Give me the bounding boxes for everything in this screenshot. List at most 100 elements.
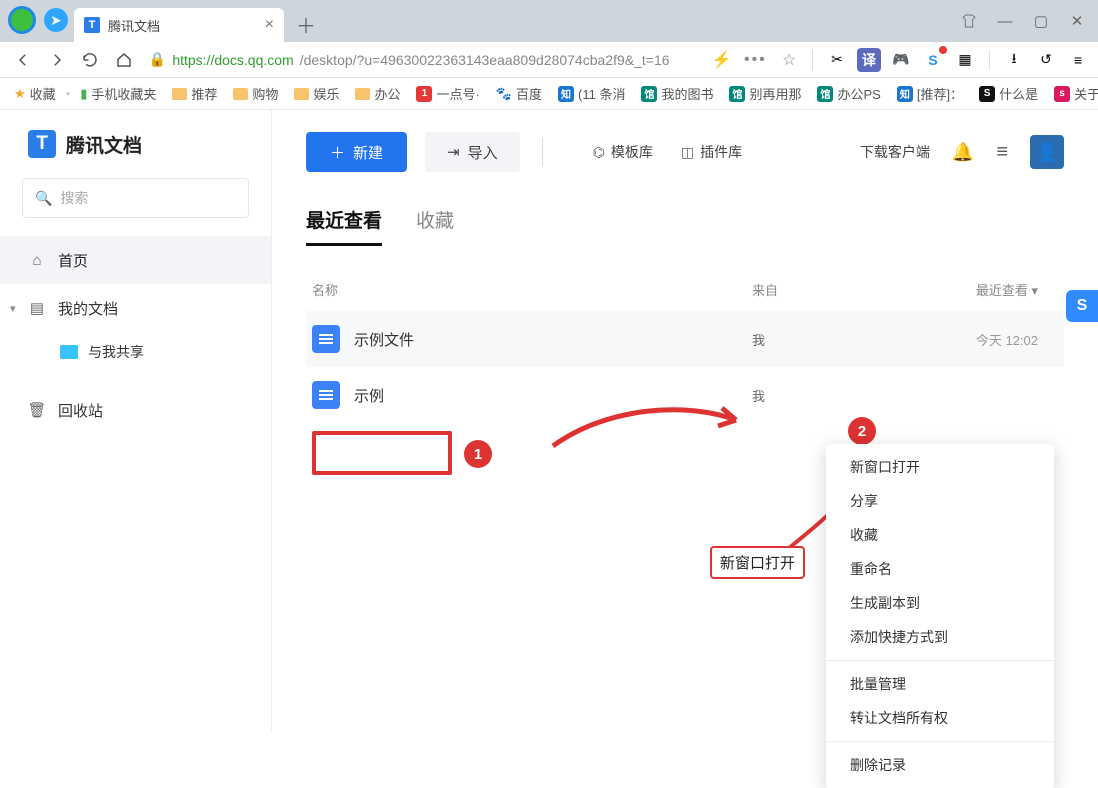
bookmark-zhi[interactable]: 知(11 条消	[552, 84, 631, 103]
floating-share-icon[interactable]: S	[1066, 290, 1098, 322]
bookmark-label: 百度	[516, 84, 542, 103]
table-row[interactable]: 示例文件 我 今天 12:02	[306, 311, 1064, 367]
sidebar-item-mydocs[interactable]: ▾ ▤ 我的文档	[0, 284, 271, 332]
top-actions: ＋ 新建 ⇥ 导入 ⌬模板库 ◫插件库 下载客户端 🔔 ≡ 👤	[306, 132, 1064, 172]
bookmark-star-icon[interactable]: ☆	[774, 45, 804, 75]
import-button[interactable]: ⇥ 导入	[425, 132, 520, 172]
bookmark-baidu[interactable]: 🐾百度	[490, 84, 548, 103]
tab-favorites[interactable]: 收藏	[416, 206, 454, 246]
ctx-favorite[interactable]: 收藏	[826, 518, 1054, 552]
ctx-rename[interactable]: 重命名	[826, 552, 1054, 586]
col-time-sort[interactable]: 最近查看 ▾	[912, 280, 1058, 299]
window-minimize-button[interactable]: ―	[990, 8, 1020, 34]
phone-icon: ▮	[80, 86, 87, 102]
ctx-transfer[interactable]: 转让文档所有权	[826, 701, 1054, 735]
hamburger-menu-icon[interactable]: ≡	[1066, 48, 1090, 72]
download-client-link[interactable]: 下载客户端	[860, 142, 930, 162]
search-icon: 🔍	[35, 190, 52, 207]
new-button[interactable]: ＋ 新建	[306, 132, 407, 172]
bookmark-mylib[interactable]: 馆我的图书	[635, 84, 719, 103]
bookmark-label: 我的图书	[661, 84, 713, 103]
ctx-open-new-window[interactable]: 新窗口打开	[826, 450, 1054, 484]
separator	[812, 50, 813, 70]
flash-icon[interactable]: ⚡	[707, 45, 737, 75]
bell-icon[interactable]: 🔔	[952, 142, 974, 163]
plugins-label: 插件库	[700, 142, 742, 162]
annotation-callout: 新窗口打开	[710, 546, 805, 579]
user-avatar[interactable]: 👤	[1030, 135, 1064, 169]
ctx-delete[interactable]: 删除记录	[826, 748, 1054, 782]
home-icon: ⌂	[28, 251, 46, 269]
separator	[542, 138, 543, 166]
more-icon[interactable]: •••	[741, 45, 771, 75]
window-close-button[interactable]: ✕	[1062, 8, 1092, 34]
bookmark-tuijian[interactable]: 知[推荐]：	[891, 84, 969, 103]
search-input[interactable]: 🔍 搜索	[22, 178, 249, 218]
sidebar-item-label: 与我共享	[88, 342, 144, 362]
doc-icon: ▤	[28, 299, 46, 317]
bookmark-label: 收藏	[30, 84, 56, 103]
nav-back-button[interactable]	[8, 45, 38, 75]
bookmark-rec[interactable]: 推荐	[166, 84, 223, 103]
annotation-badge-2: 2	[848, 417, 876, 445]
row-source: 我	[752, 330, 912, 349]
ctx-share[interactable]: 分享	[826, 484, 1054, 518]
app-logo-icon: T	[28, 130, 56, 158]
new-tab-button[interactable]: ＋	[292, 10, 320, 38]
ctx-copy-to[interactable]: 生成副本到	[826, 586, 1054, 620]
s-icon[interactable]: S	[921, 48, 945, 72]
url-host: https://docs.qq.com	[172, 52, 293, 68]
bookmark-office[interactable]: 办公	[349, 84, 406, 103]
bookmarks-bar: ★收藏 • ▮手机收藏夹 推荐 购物 娱乐 办公 1一点号· 🐾百度 知(11 …	[0, 78, 1098, 110]
bookmark-bieyong[interactable]: 馆别再用那	[723, 84, 807, 103]
folder-icon	[233, 88, 248, 100]
sidebar-item-label: 我的文档	[58, 298, 118, 319]
bookmark-ent[interactable]: 娱乐	[288, 84, 345, 103]
browser-tab-active[interactable]: T 腾讯文档 ×	[74, 8, 284, 42]
translate-icon[interactable]: 译	[857, 48, 881, 72]
template-icon: ⌬	[593, 144, 605, 161]
gamepad-icon[interactable]: 🎮	[889, 48, 913, 72]
bookmark-guanyu[interactable]: s关于PDF	[1048, 84, 1098, 103]
bookmark-bangong[interactable]: 馆办公PS	[811, 84, 886, 103]
bookmark-fav[interactable]: ★收藏	[8, 84, 62, 103]
nav-forward-button[interactable]	[42, 45, 72, 75]
ctx-shortcut[interactable]: 添加快捷方式到	[826, 620, 1054, 654]
download-icon[interactable]: ⭳	[1002, 48, 1026, 72]
url-box[interactable]: 🔒 https://docs.qq.com/desktop/?u=4963002…	[143, 51, 703, 68]
app-logo[interactable]: T 腾讯文档	[0, 130, 271, 178]
menu-icon[interactable]: ≡	[996, 141, 1008, 164]
extensions-icon[interactable]	[954, 8, 984, 34]
separator	[989, 50, 990, 70]
sidebar-item-trash[interactable]: 🗑 回收站	[0, 386, 271, 434]
lock-icon: 🔒	[149, 51, 166, 68]
chevron-down-icon[interactable]: ▾	[10, 302, 16, 315]
plugins-link[interactable]: ◫插件库	[681, 142, 742, 162]
browser-logo-icon	[8, 6, 36, 34]
ctx-batch[interactable]: 批量管理	[826, 667, 1054, 701]
bookmark-shenme[interactable]: S什么是	[973, 84, 1044, 103]
table-row[interactable]: 示例 我	[306, 367, 1064, 423]
nav-reload-button[interactable]	[75, 45, 105, 75]
site-icon: 知	[897, 86, 913, 102]
sidebar-item-home[interactable]: ⌂ 首页	[0, 236, 271, 284]
bookmark-yidian[interactable]: 1一点号·	[410, 84, 485, 103]
bookmark-mobile[interactable]: ▮手机收藏夹	[74, 84, 162, 103]
paperplane-icon[interactable]: ➤	[44, 8, 68, 32]
nav-home-button[interactable]	[109, 45, 139, 75]
site-icon: 馆	[641, 86, 657, 102]
undo-icon[interactable]: ↺	[1034, 48, 1058, 72]
template-link[interactable]: ⌬模板库	[593, 142, 653, 162]
plus-icon: ＋	[330, 142, 345, 163]
sidebar-item-shared[interactable]: 与我共享	[0, 332, 271, 372]
col-name: 名称	[312, 280, 752, 299]
bookmark-label: 娱乐	[313, 84, 339, 103]
apps-grid-icon[interactable]: ▦	[953, 48, 977, 72]
tab-recent[interactable]: 最近查看	[306, 206, 382, 246]
tab-close-icon[interactable]: ×	[265, 16, 274, 34]
window-maximize-button[interactable]: ▢	[1026, 8, 1056, 34]
scissors-icon[interactable]: ✂	[825, 48, 849, 72]
file-icon	[312, 325, 340, 353]
row-time: 今天 12:02	[912, 330, 1058, 349]
bookmark-shop[interactable]: 购物	[227, 84, 284, 103]
